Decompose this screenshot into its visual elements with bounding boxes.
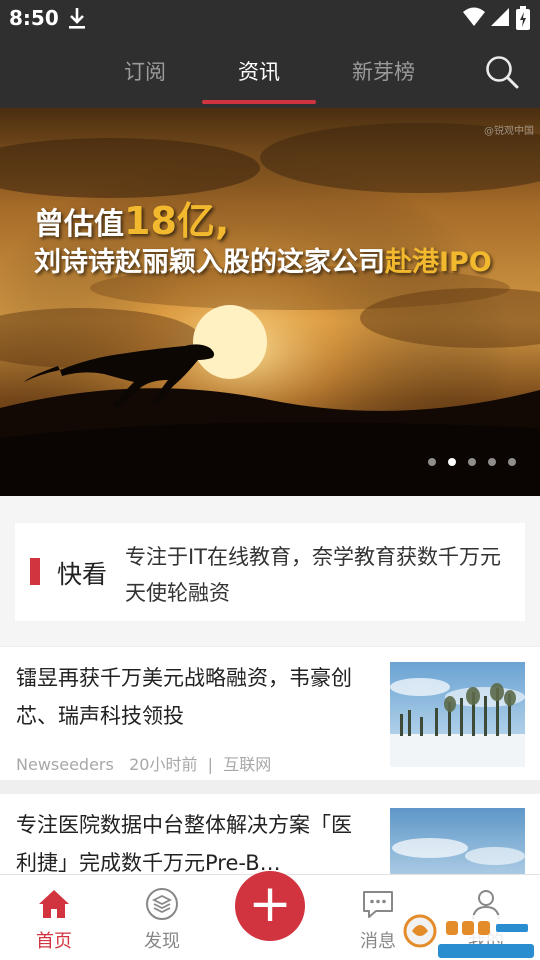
- plus-icon: +: [248, 874, 292, 934]
- news-time: 20小时前: [129, 755, 198, 774]
- quick-look-card[interactable]: 快看 专注于IT在线教育，奈学教育获数千万元天使轮融资: [15, 523, 525, 621]
- banner-headline-prefix: 曾估值: [34, 207, 124, 242]
- app-screen: 8:50 订阅 资讯 新芽榜 @锐观中国 曾估值18亿, 刘诗诗赵丽颖入股的这家…: [0, 0, 540, 960]
- layers-icon: [144, 887, 180, 925]
- site-watermark-logo: [403, 914, 534, 958]
- carousel-dot[interactable]: [468, 458, 476, 466]
- quick-look-section: 快看 专注于IT在线教育，奈学教育获数千万元天使轮融资: [0, 496, 540, 646]
- news-title: 专注医院数据中台整体解决方案「医利捷」完成数千万元Pre-B…: [16, 813, 352, 875]
- publish-button[interactable]: +: [235, 871, 305, 941]
- news-thumbnail: [390, 808, 525, 876]
- banner-carousel[interactable]: @锐观中国 曾估值18亿, 刘诗诗赵丽颖入股的这家公司赴港IPO: [0, 108, 540, 496]
- tab-news[interactable]: 资讯: [238, 56, 280, 86]
- tab-sprout-ranking[interactable]: 新芽榜: [352, 56, 415, 86]
- news-item[interactable]: 镭昱再获千万美元战略融资，韦豪创芯、瑞声科技领投 Newseeders 20小时…: [0, 647, 540, 780]
- status-bar: 8:50: [0, 0, 540, 36]
- nav-discover[interactable]: 发现: [122, 875, 202, 960]
- top-header: 8:50 订阅 资讯 新芽榜: [0, 0, 540, 108]
- nav-home-label: 首页: [36, 931, 72, 952]
- news-source: Newseeders: [16, 755, 114, 774]
- news-thumbnail: [390, 662, 525, 767]
- quick-look-text: 专注于IT在线教育，奈学教育获数千万元天使轮融资: [125, 545, 502, 605]
- news-meta: Newseeders 20小时前 | 互联网: [16, 755, 272, 774]
- tab-subscribe[interactable]: 订阅: [124, 56, 166, 86]
- carousel-dot[interactable]: [488, 458, 496, 466]
- quick-look-label: 快看: [57, 560, 108, 589]
- banner-image: [0, 108, 540, 496]
- battery-icon: [516, 6, 530, 34]
- bottom-navigation: 首页 发现 + 消息 我的: [0, 871, 540, 960]
- news-title: 镭昱再获千万美元战略融资，韦豪创芯、瑞声科技领投: [16, 666, 352, 728]
- banner-headline: 曾估值18亿,: [34, 190, 229, 245]
- chat-icon: [360, 887, 396, 925]
- nav-home[interactable]: 首页: [14, 875, 94, 960]
- top-tab-bar: 订阅 资讯 新芽榜: [0, 48, 540, 106]
- nav-discover-label: 发现: [144, 931, 180, 952]
- carousel-dot[interactable]: [508, 458, 516, 466]
- news-item[interactable]: 专注医院数据中台整体解决方案「医利捷」完成数千万元Pre-B…: [0, 794, 540, 876]
- banner-subheadline-prefix: 刘诗诗赵丽颖入股的这家公司: [34, 247, 385, 278]
- active-tab-indicator: [202, 100, 316, 104]
- status-time: 8:50: [9, 6, 59, 30]
- home-icon: [36, 887, 72, 925]
- download-icon: [66, 6, 88, 34]
- quick-look-marker: [30, 558, 40, 585]
- search-icon[interactable]: [484, 54, 520, 94]
- carousel-dot[interactable]: [428, 458, 436, 466]
- banner-subheadline: 刘诗诗赵丽颖入股的这家公司赴港IPO: [34, 240, 492, 279]
- banner-headline-value: 18亿,: [124, 199, 230, 243]
- news-category: 互联网: [223, 755, 272, 774]
- wifi-icon: [462, 7, 486, 31]
- carousel-dot-active[interactable]: [448, 458, 456, 466]
- carousel-dots: [428, 458, 516, 466]
- banner-subheadline-highlight: 赴港IPO: [385, 247, 492, 278]
- banner-watermark: @锐观中国: [484, 126, 534, 137]
- signal-icon: [490, 7, 510, 31]
